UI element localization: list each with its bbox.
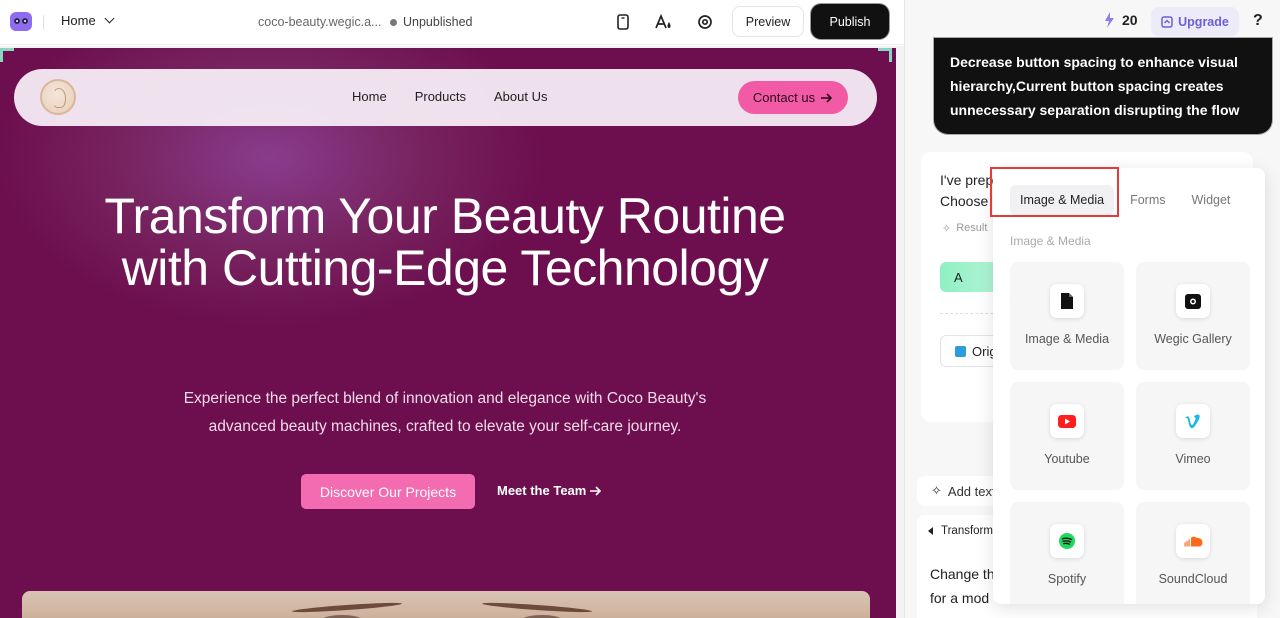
chevron-down-icon bbox=[104, 13, 115, 24]
response-text: I've prep Choose bbox=[940, 170, 993, 212]
transform-line: for a mod bbox=[930, 590, 990, 606]
credits-value: 20 bbox=[1122, 12, 1138, 28]
site-nav-links: Home Products About Us bbox=[352, 89, 547, 104]
hero-face-image bbox=[22, 591, 870, 618]
preview-button[interactable]: Preview bbox=[732, 6, 804, 37]
nav-link-home[interactable]: Home bbox=[352, 89, 387, 104]
selection-corner bbox=[878, 48, 892, 62]
upgrade-button[interactable]: Upgrade bbox=[1151, 7, 1239, 36]
original-icon bbox=[955, 345, 966, 357]
section-label: Image & Media bbox=[1010, 234, 1091, 248]
tile-label: Youtube bbox=[1044, 452, 1090, 466]
sparkle-icon: ✧ bbox=[942, 223, 952, 235]
font-style-icon[interactable] bbox=[655, 13, 673, 31]
spotify-icon bbox=[1050, 524, 1084, 558]
wegic-logo-icon[interactable] bbox=[10, 12, 32, 31]
file-icon bbox=[1050, 284, 1084, 318]
youtube-icon bbox=[1050, 404, 1084, 438]
page-selector-label: Home bbox=[61, 13, 96, 28]
publish-status: Unpublished bbox=[390, 15, 473, 29]
contact-button[interactable]: Contact us bbox=[738, 81, 848, 114]
vimeo-icon bbox=[1176, 404, 1210, 438]
arrow-right-icon bbox=[590, 485, 602, 496]
discover-projects-button[interactable]: Discover Our Projects bbox=[301, 474, 475, 509]
tile-label: SoundCloud bbox=[1158, 572, 1228, 586]
user-message: Decrease button spacing to enhance visua… bbox=[936, 40, 1270, 132]
add-text-label: Add text bbox=[947, 483, 996, 499]
result-label: ✧ Result bbox=[942, 222, 987, 235]
sparkle-icon: ✧ bbox=[931, 483, 942, 498]
transform-card-title: Transform bbox=[941, 525, 993, 537]
meet-team-link[interactable]: Meet the Team bbox=[497, 483, 602, 498]
contact-button-label: Contact us bbox=[752, 90, 816, 105]
credits-counter: 20 bbox=[1102, 12, 1138, 28]
tile-label: Image & Media bbox=[1024, 332, 1110, 346]
editor-toolbar: Home coco-beauty.wegic.a... Unpublished … bbox=[0, 0, 904, 45]
settings-icon[interactable] bbox=[696, 13, 714, 31]
page-selector[interactable]: Home bbox=[61, 13, 115, 28]
result-label-text: Result bbox=[956, 222, 988, 234]
hero-title: Transform Your Beauty Routine with Cutti… bbox=[104, 188, 786, 296]
nav-link-products[interactable]: Products bbox=[415, 89, 466, 104]
upgrade-icon bbox=[1161, 15, 1173, 28]
publish-status-label: Unpublished bbox=[403, 15, 473, 29]
tile-spotify[interactable]: Spotify bbox=[1010, 502, 1124, 604]
transform-card-text: Change th for a mod bbox=[930, 562, 995, 610]
tab-forms[interactable]: Forms bbox=[1120, 185, 1175, 215]
selection-corner bbox=[0, 48, 14, 62]
credit-spark-icon bbox=[1105, 12, 1114, 28]
element-grid: Image & Media Wegic Gallery Youtube Vime… bbox=[1010, 262, 1250, 604]
tile-label: Vimeo bbox=[1175, 452, 1211, 466]
nav-link-about[interactable]: About Us bbox=[494, 89, 547, 104]
add-element-popup: Image & Media Forms Widget Image & Media… bbox=[993, 168, 1265, 604]
tab-widget[interactable]: Widget bbox=[1182, 185, 1241, 215]
gallery-icon bbox=[1176, 284, 1210, 318]
brand-logo-icon[interactable] bbox=[40, 79, 76, 115]
help-icon[interactable]: ? bbox=[1253, 12, 1263, 30]
site-navbar: Home Products About Us Contact us bbox=[14, 69, 877, 126]
divider bbox=[43, 15, 44, 29]
site-domain[interactable]: coco-beauty.wegic.a... bbox=[258, 15, 381, 29]
tile-label: Wegic Gallery bbox=[1154, 332, 1232, 346]
arrow-right-icon bbox=[821, 92, 833, 103]
tile-vimeo[interactable]: Vimeo bbox=[1136, 382, 1250, 490]
tile-soundcloud[interactable]: SoundCloud bbox=[1136, 502, 1250, 604]
tile-wegic-gallery[interactable]: Wegic Gallery bbox=[1136, 262, 1250, 370]
tile-label: Spotify bbox=[1047, 572, 1087, 586]
tile-image-media[interactable]: Image & Media bbox=[1010, 262, 1124, 370]
status-dot-icon bbox=[390, 18, 397, 26]
response-line: Choose bbox=[940, 193, 989, 209]
annotation-highlight-box bbox=[990, 167, 1119, 217]
website-preview[interactable]: Home Products About Us Contact us Transf… bbox=[0, 48, 896, 618]
transform-card-header[interactable]: Transform bbox=[928, 525, 993, 537]
hero-subtitle: Experience the perfect blend of innovati… bbox=[183, 390, 707, 435]
soundcloud-icon bbox=[1176, 524, 1210, 558]
response-line: I've prep bbox=[940, 172, 994, 188]
publish-button[interactable]: Publish bbox=[813, 6, 887, 37]
editor-canvas: Home Products About Us Contact us Transf… bbox=[0, 46, 904, 618]
transform-line: Change th bbox=[930, 566, 995, 582]
upgrade-label: Upgrade bbox=[1178, 14, 1229, 29]
tile-youtube[interactable]: Youtube bbox=[1010, 382, 1124, 490]
mobile-icon[interactable] bbox=[614, 13, 632, 31]
meet-team-label: Meet the Team bbox=[497, 483, 587, 498]
collapse-triangle-icon bbox=[928, 527, 933, 535]
